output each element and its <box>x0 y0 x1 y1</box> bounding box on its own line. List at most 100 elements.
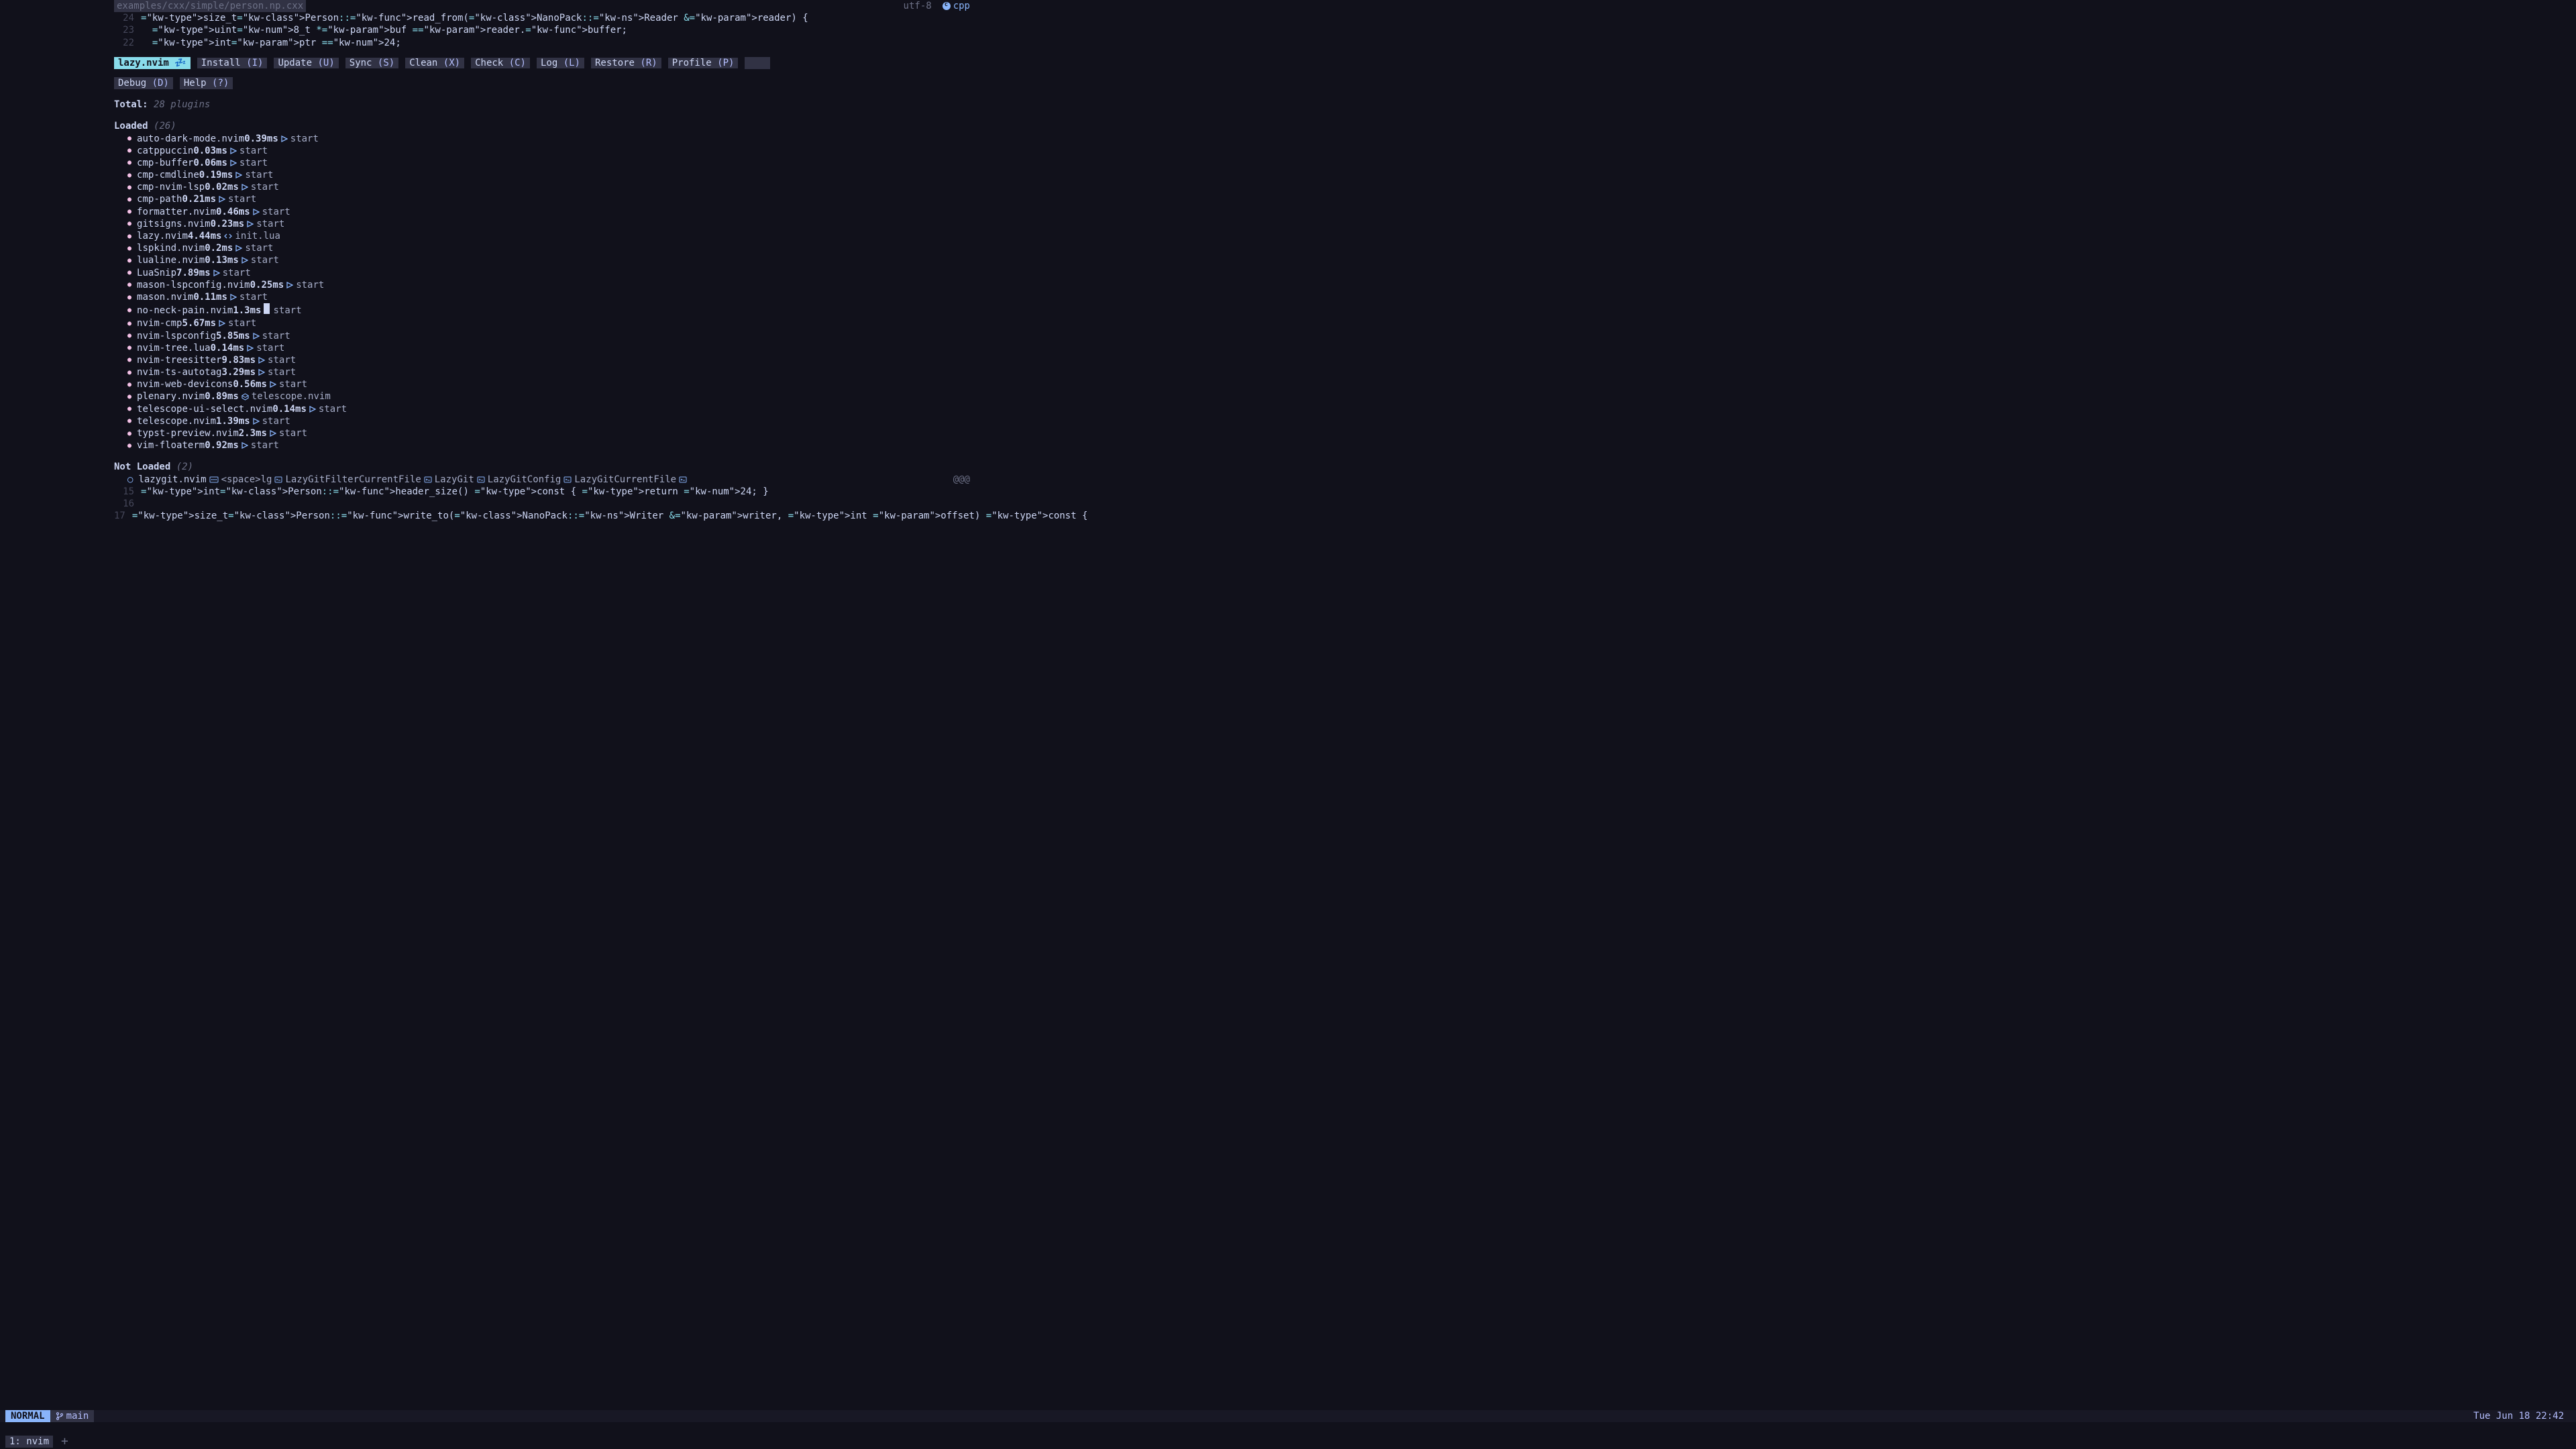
plugin-row[interactable]: ●nvim-ts-autotag 3.29ms start <box>114 366 977 378</box>
bullet-icon: ● <box>127 134 131 143</box>
bullet-icon: ● <box>127 195 131 204</box>
bullet-icon: ● <box>127 392 131 401</box>
lazy-tab-help[interactable]: Help (?) <box>180 77 233 89</box>
lazy-tab-clean[interactable]: Clean (X) <box>405 58 464 68</box>
plugin-row[interactable]: ●telescope-ui-select.nvim 0.14ms start <box>114 403 977 415</box>
bullet-icon: ● <box>127 244 131 253</box>
plugin-row[interactable]: ●formatter.nvim 0.46ms start <box>114 206 977 218</box>
lazy-tab-log[interactable]: Log (L) <box>537 58 584 68</box>
bullet-icon: ● <box>127 331 131 340</box>
bullet-icon: ● <box>127 280 131 289</box>
plugin-row[interactable]: ●gitsigns.nvim 0.23ms start <box>114 218 977 230</box>
lazy-tab-restore[interactable]: Restore (R) <box>591 58 661 68</box>
plugin-row[interactable]: ●nvim-lspconfig 5.85ms start <box>114 330 977 342</box>
not-loaded-header: Not Loaded (2) <box>114 461 977 473</box>
play-icon <box>253 415 260 427</box>
bullet-icon: ● <box>127 343 131 352</box>
bullet-icon: ● <box>127 417 131 425</box>
lazy-tab-check[interactable]: Check (C) <box>471 58 530 68</box>
not-loaded-list: ○lazygit.nvim <space>lg LazyGitFilterCur… <box>114 474 977 486</box>
bullet-icon: ● <box>127 429 131 438</box>
cmd-icon <box>424 476 432 483</box>
play-icon <box>219 193 225 205</box>
cpp-icon <box>943 2 951 10</box>
code-line: 15="kw-type">int ="kw-class">Person::="k… <box>114 486 977 498</box>
plugin-row[interactable]: ●nvim-cmp 5.67ms start <box>114 317 977 329</box>
bullet-icon: ● <box>127 405 131 413</box>
play-icon <box>241 181 248 193</box>
lazy-tab-sync[interactable]: Sync (S) <box>345 58 398 68</box>
editor-top-bar: examples/cxx/simple/person.np.cxx utf-8 … <box>114 0 977 12</box>
plugin-row[interactable]: ●nvim-tree.lua 0.14ms start <box>114 342 977 354</box>
plugin-row-not-loaded[interactable]: ○lazygit.nvim <space>lg LazyGitFilterCur… <box>114 474 977 486</box>
encoding-label: utf-8 <box>904 0 932 12</box>
plugin-row[interactable]: ●nvim-web-devicons 0.56ms start <box>114 378 977 390</box>
bullet-icon: ● <box>127 158 131 167</box>
play-icon <box>270 427 276 439</box>
plugin-row[interactable]: ●cmp-nvim-lsp 0.02ms start <box>114 181 977 193</box>
language-badge: cpp <box>943 0 970 12</box>
tmux-bar: 1: nvim + <box>0 1434 2576 1449</box>
git-branch-icon <box>56 1412 64 1420</box>
git-branch: main <box>50 1410 95 1422</box>
bullet-open-icon: ○ <box>127 474 133 486</box>
play-icon <box>230 157 237 169</box>
overflow-indicator: @@@ <box>953 474 970 486</box>
tmux-tab[interactable]: 1: nvim <box>5 1436 53 1448</box>
play-icon <box>230 145 237 157</box>
file-path: examples/cxx/simple/person.np.cxx <box>114 0 306 12</box>
lazy-tab-end <box>745 57 770 69</box>
lazy-tab-profile[interactable]: Profile (P) <box>668 58 739 68</box>
lazy-panel: lazy.nvim 💤 Install (I) Update (U) Sync (S… <box>114 57 977 486</box>
plugin-row[interactable]: ●LuaSnip 7.89ms start <box>114 267 977 279</box>
code-line: 23 ="kw-type">uint="kw-num">8_t *="kw-pa… <box>114 24 977 36</box>
bullet-icon: ● <box>127 146 131 155</box>
bullet-icon: ● <box>127 380 131 389</box>
lazy-tab-install[interactable]: Install (I) <box>197 58 268 68</box>
play-icon <box>230 291 237 303</box>
plugin-row[interactable]: ●mason.nvim 0.11ms start <box>114 291 977 303</box>
play-icon <box>241 254 248 266</box>
play-icon <box>213 267 220 279</box>
code-icon <box>224 230 232 242</box>
plugin-row[interactable]: ●cmp-cmdline 0.19ms start <box>114 169 977 181</box>
plugin-row[interactable]: ●no-neck-pain.nvim 1.3ms start <box>114 303 977 317</box>
play-icon <box>286 279 293 291</box>
play-icon <box>235 242 242 254</box>
code-line: 24="kw-type">size_t ="kw-class">Person::… <box>114 12 977 24</box>
lazy-tab-update[interactable]: Update (U) <box>274 58 338 68</box>
tmux-new-tab[interactable]: + <box>61 1436 68 1448</box>
plugin-row[interactable]: ●nvim-treesitter 9.83ms start <box>114 354 977 366</box>
play-icon <box>219 317 225 329</box>
plugin-row[interactable]: ●catppuccin 0.03ms start <box>114 145 977 157</box>
plugin-row[interactable]: ●auto-dark-mode.nvim 0.39ms start <box>114 133 977 145</box>
plugin-row[interactable]: ●plenary.nvim 0.89ms telescope.nvim <box>114 390 977 402</box>
plugin-row[interactable]: ●lspkind.nvim 0.2ms start <box>114 242 977 254</box>
play-icon <box>241 439 248 451</box>
bullet-icon: ● <box>127 183 131 192</box>
bullet-icon: ● <box>127 306 131 315</box>
lazy-tab-debug[interactable]: Debug (D) <box>114 77 173 89</box>
bullet-icon: ● <box>127 441 131 450</box>
play-icon <box>253 206 260 218</box>
bullet-icon: ● <box>127 171 131 180</box>
plugin-list: ●auto-dark-mode.nvim 0.39ms start●catppu… <box>114 133 977 452</box>
lazy-title-tab[interactable]: lazy.nvim 💤 <box>114 57 191 69</box>
mode-badge: NORMAL <box>5 1410 50 1422</box>
play-icon <box>264 303 270 317</box>
bullet-icon: ● <box>127 219 131 228</box>
plugin-row[interactable]: ●lualine.nvim 0.13ms start <box>114 254 977 266</box>
keyboard-icon <box>209 476 219 483</box>
plugin-row[interactable]: ●vim-floaterm 0.92ms start <box>114 439 977 451</box>
plugin-row[interactable]: ●telescope.nvim 1.39ms start <box>114 415 977 427</box>
play-icon <box>235 169 242 181</box>
lazy-tab-bar: lazy.nvim 💤 Install (I) Update (U) Sync (S… <box>114 57 977 69</box>
bullet-icon: ● <box>127 207 131 216</box>
plugin-row[interactable]: ●cmp-path 0.21ms start <box>114 193 977 205</box>
bullet-icon: ● <box>127 293 131 302</box>
plugin-row[interactable]: ●cmp-buffer 0.06ms start <box>114 157 977 169</box>
play-icon <box>247 342 254 354</box>
plugin-row[interactable]: ●mason-lspconfig.nvim 0.25ms start <box>114 279 977 291</box>
plugin-row[interactable]: ●lazy.nvim 4.44ms init.lua <box>114 230 977 242</box>
plugin-row[interactable]: ●typst-preview.nvim 2.3ms start <box>114 427 977 439</box>
